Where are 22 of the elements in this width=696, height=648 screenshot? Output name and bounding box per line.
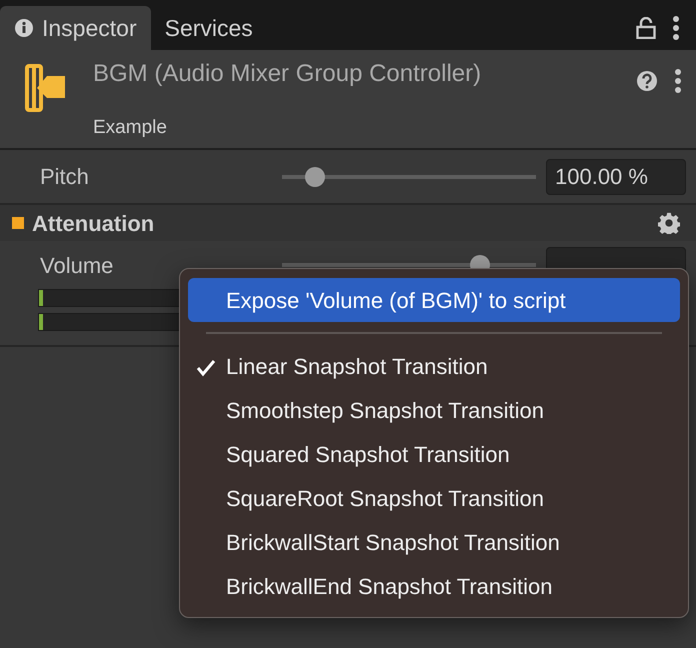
menu-item[interactable]: BrickwallStart Snapshot Transition [188,520,680,564]
object-name: Example [93,116,168,140]
menu-item[interactable]: Smoothstep Snapshot Transition [188,388,680,432]
component-title: BGM (Audio Mixer Group Controller) [93,59,482,89]
audio-mixer-icon [25,64,67,112]
more-icon[interactable] [674,68,682,94]
more-icon[interactable] [672,15,680,41]
menu-item[interactable]: Squared Snapshot Transition [188,432,680,476]
menu-item[interactable]: SquareRoot Snapshot Transition [188,476,680,520]
info-icon [14,18,34,38]
settings-icon[interactable] [658,212,680,234]
help-icon[interactable] [636,70,658,92]
section-title: Attenuation [32,210,154,238]
tab[interactable]: Inspector [0,6,151,50]
menu-item[interactable]: BrickwallEnd Snapshot Transition [188,564,680,608]
tab[interactable]: Services [150,6,267,50]
lock-icon[interactable] [636,17,656,39]
value-field[interactable]: 100.00 % [546,158,686,194]
volume-label: Volume [40,252,114,280]
menu-item[interactable]: Linear Snapshot Transition [188,344,680,388]
menu-item[interactable]: Expose 'Volume (of BGM)' to script [188,278,680,322]
pitch-label: Pitch [40,163,90,191]
